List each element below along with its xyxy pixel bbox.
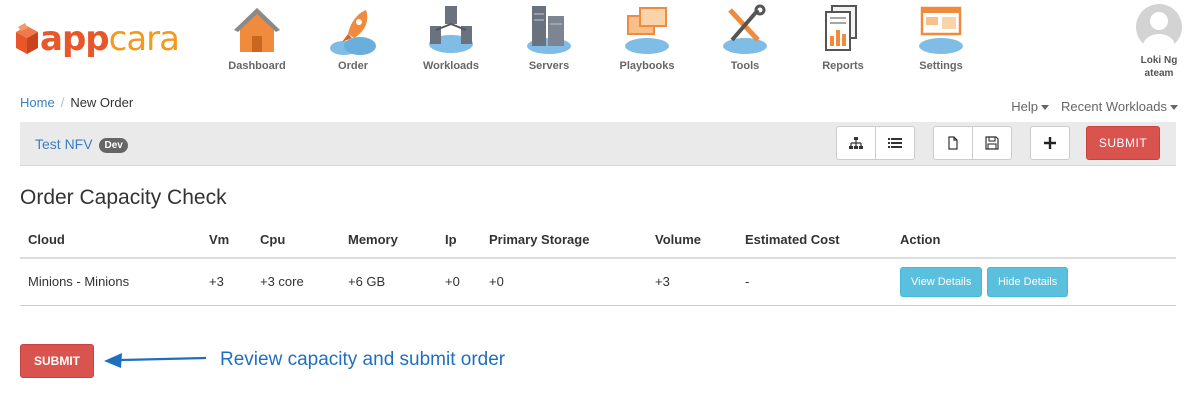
nav-label: Playbooks (619, 60, 675, 72)
column-header-estimated-cost: Estimated Cost (737, 222, 892, 259)
annotation-text: Review capacity and submit order (220, 349, 506, 370)
logo-cube-icon (16, 23, 38, 54)
nav-tools[interactable]: Tools (693, 4, 797, 78)
view-details-button[interactable]: View Details (900, 266, 983, 297)
nav-label: Workloads (422, 60, 480, 72)
workload-toolbar: Test NFV Dev SUBMIT (20, 122, 1176, 166)
tools-icon (723, 4, 767, 54)
workloads-icon (429, 6, 473, 53)
table-header-row: Cloud Vm Cpu Memory Ip Primary Storage V… (20, 222, 1176, 259)
cell-cloud: Minions - Minions (20, 258, 201, 306)
environment-badge: Dev (99, 138, 128, 153)
column-header-cpu: Cpu (252, 222, 340, 259)
plus-icon (1044, 137, 1056, 149)
cell-primary-storage: +0 (481, 258, 647, 306)
nav-workloads[interactable]: Workloads (399, 4, 503, 78)
toolbar-submit-button[interactable]: SUBMIT (1086, 126, 1160, 160)
nav-reports[interactable]: Reports (791, 4, 895, 78)
header-links: Help Recent Workloads (1011, 99, 1178, 114)
save-button[interactable] (972, 126, 1012, 160)
floppy-disk-icon (985, 136, 999, 150)
nav-label: Settings (919, 60, 963, 72)
chevron-down-icon (1041, 105, 1050, 111)
add-button[interactable] (1030, 126, 1070, 160)
brand-cara: cara (108, 19, 180, 59)
chevron-down-icon (1170, 105, 1178, 111)
appcara-logo[interactable]: app cara (14, 14, 180, 64)
breadcrumb-home[interactable]: Home (20, 95, 55, 110)
list-icon (888, 138, 902, 148)
nav-label: Order (338, 60, 368, 72)
help-label: Help (1011, 99, 1039, 114)
hide-details-button[interactable]: Hide Details (986, 266, 1069, 297)
column-header-memory: Memory (340, 222, 437, 259)
user-menu[interactable]: Loki Ng ateam (1134, 4, 1184, 80)
submit-order-button[interactable]: SUBMIT (20, 344, 94, 378)
workload-name: Test NFV (35, 136, 93, 152)
nav-dashboard[interactable]: Dashboard (205, 4, 309, 78)
recent-workloads-label: Recent Workloads (1061, 99, 1167, 114)
new-file-button[interactable] (933, 126, 973, 160)
cell-action: View Details Hide Details (892, 258, 1176, 306)
page-title: Order Capacity Check (20, 186, 227, 209)
nav-servers[interactable]: Servers (497, 4, 601, 78)
dashboard-house-icon (234, 8, 280, 52)
settings-icon (919, 6, 963, 54)
help-dropdown[interactable]: Help (1011, 99, 1050, 114)
capacity-table: Cloud Vm Cpu Memory Ip Primary Storage V… (20, 222, 1176, 306)
cell-ip: +0 (437, 258, 481, 306)
brand-app: app (40, 19, 110, 59)
recent-workloads-dropdown[interactable]: Recent Workloads (1061, 99, 1178, 114)
order-rocket-icon (330, 10, 376, 55)
workload-title[interactable]: Test NFV Dev (35, 136, 128, 153)
list-view-button[interactable] (875, 126, 915, 160)
nav-label: Tools (730, 60, 760, 72)
cell-volume: +3 (647, 258, 737, 306)
column-header-cloud: Cloud (20, 222, 201, 259)
column-header-primary-storage: Primary Storage (481, 222, 647, 259)
column-header-vm: Vm (201, 222, 252, 259)
sitemap-icon (849, 137, 863, 149)
cell-vm: +3 (201, 258, 252, 306)
column-header-volume: Volume (647, 222, 737, 259)
user-silhouette-icon (1143, 12, 1175, 50)
cell-estimated-cost: - (737, 258, 892, 306)
annotation-arrow-icon (104, 353, 207, 368)
column-header-ip: Ip (437, 222, 481, 259)
cell-cpu: +3 core (252, 258, 340, 306)
reports-icon (825, 5, 857, 51)
servers-icon (527, 6, 571, 54)
avatar (1136, 4, 1182, 50)
nav-settings[interactable]: Settings (889, 4, 993, 78)
nav-order[interactable]: Order (301, 4, 405, 78)
nav-label: Servers (528, 60, 570, 72)
table-row: Minions - Minions +3 +3 core +6 GB +0 +0… (20, 258, 1176, 306)
column-header-action: Action (892, 222, 1176, 259)
nav-label: Dashboard (228, 60, 286, 72)
file-icon (948, 136, 958, 150)
topology-view-button[interactable] (836, 126, 876, 160)
nav-playbooks[interactable]: Playbooks (595, 4, 699, 78)
cell-memory: +6 GB (340, 258, 437, 306)
user-name: Loki Ng (1140, 55, 1178, 66)
breadcrumb-separator: / (60, 95, 65, 110)
nav-label: Reports (822, 60, 864, 72)
user-team: ateam (1144, 68, 1174, 79)
breadcrumb-current: New Order (70, 95, 134, 110)
breadcrumb: Home / New Order (20, 95, 133, 110)
playbooks-icon (625, 7, 669, 54)
